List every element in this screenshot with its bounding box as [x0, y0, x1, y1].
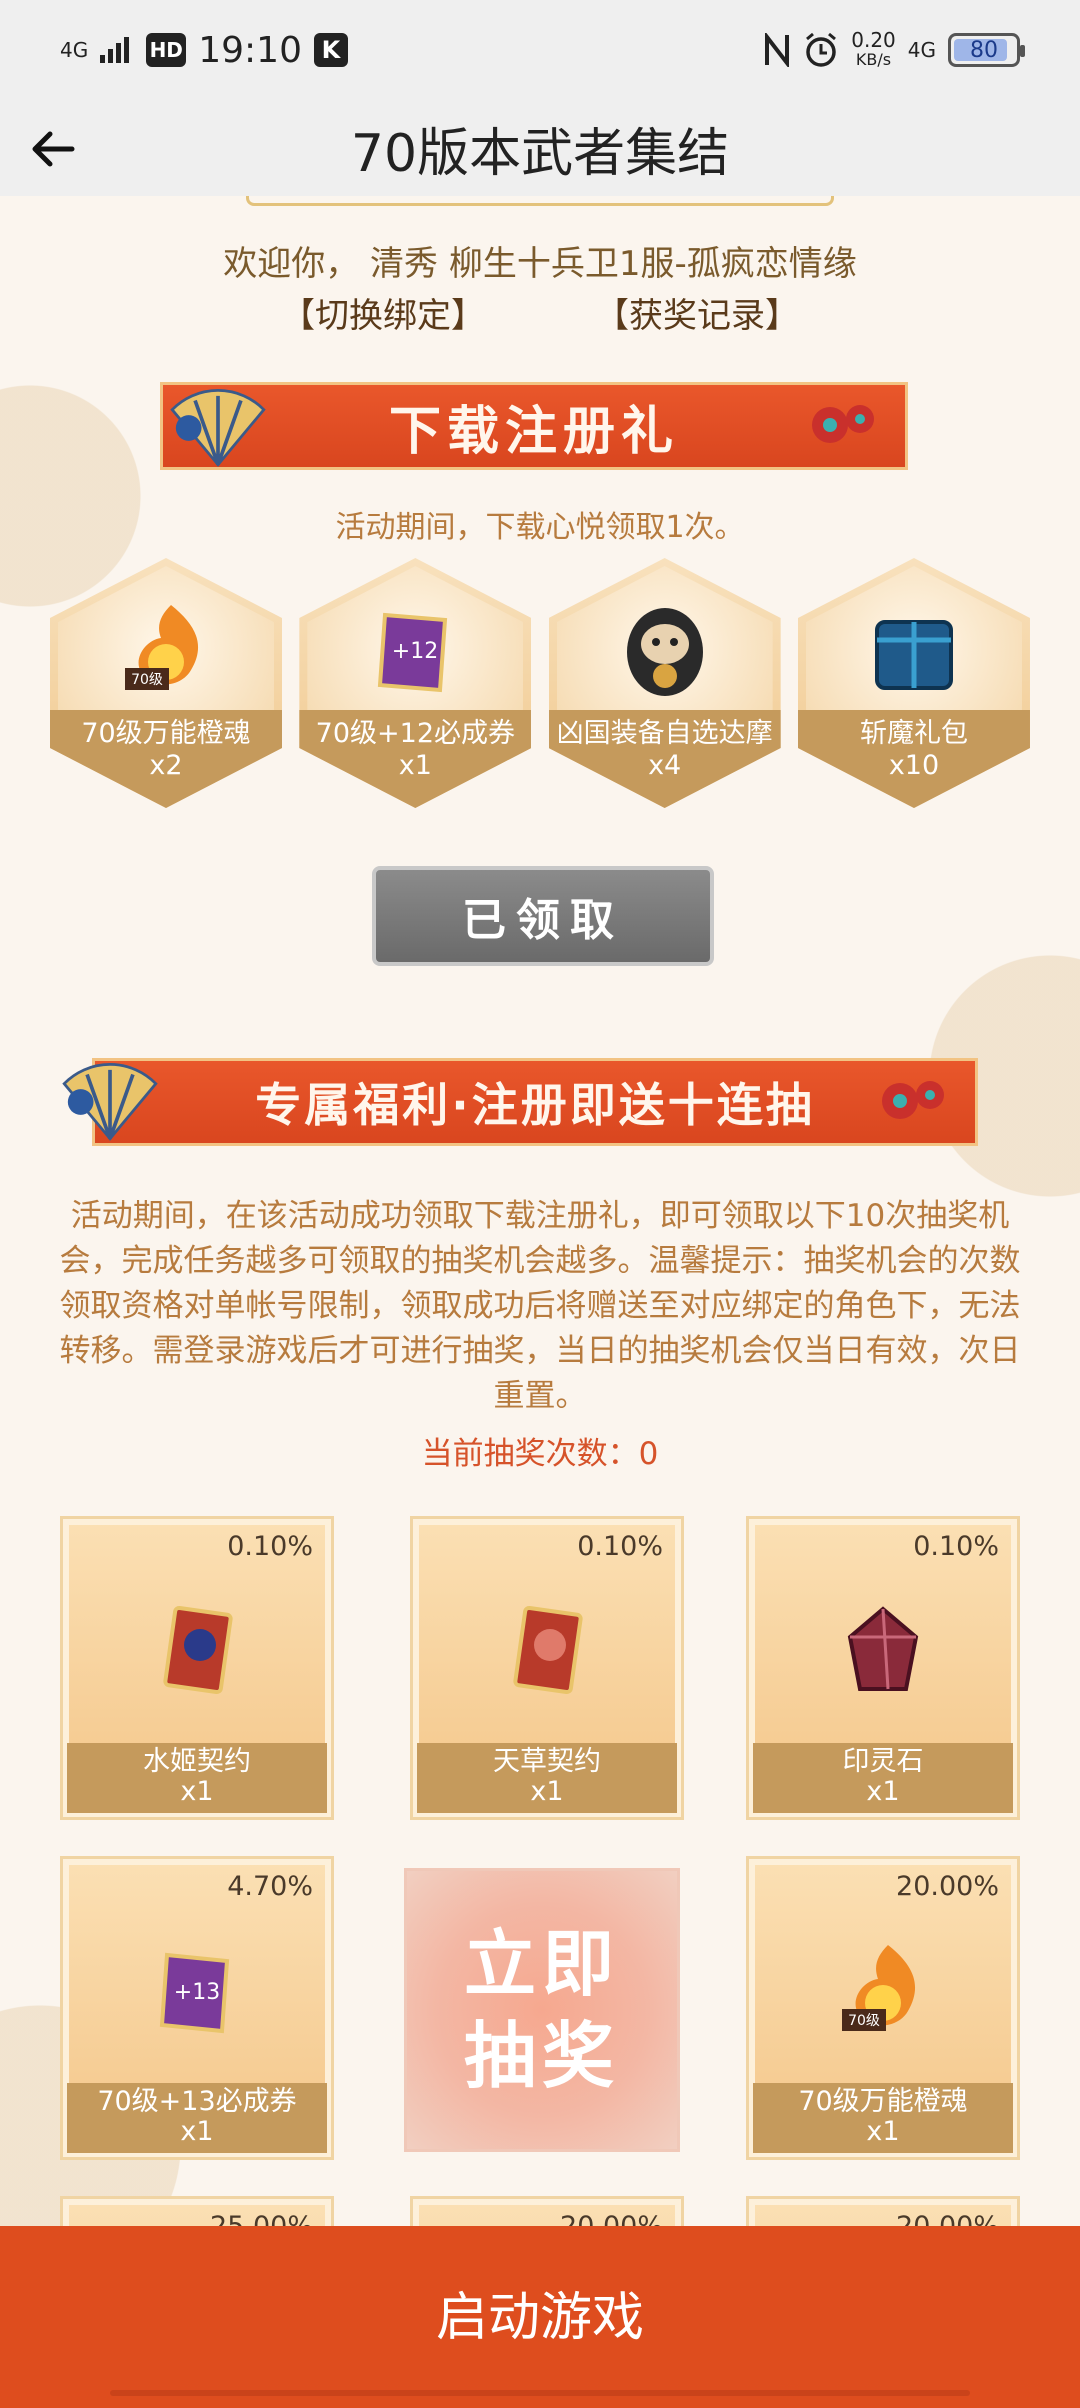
prize-qty: x1	[530, 1776, 564, 1807]
flower-icon	[812, 405, 874, 443]
app-bar: 70版本武者集结	[0, 100, 1080, 196]
prize-record-link[interactable]: 【获奖记录】	[595, 288, 799, 337]
lottery-card: 0.10% 水姬契约 x1	[60, 1516, 334, 1820]
daruma-icon	[626, 608, 703, 696]
draw-now-line1: 立即	[463, 1922, 620, 2006]
reward-qty: x1	[398, 750, 432, 781]
net-speed-unit: KB/s	[855, 50, 892, 69]
lottery-card: 0.10% 印灵石 x1	[746, 1516, 1020, 1820]
prize-name: 印灵石	[842, 1746, 924, 1777]
section2-title: 专属福利·注册即送十连抽	[255, 1078, 815, 1132]
alarm-icon	[806, 32, 837, 67]
orange-soul-icon: 70级	[125, 605, 199, 690]
battery-level: 80	[970, 37, 998, 63]
probability: 0.10%	[913, 1531, 999, 1562]
back-arrow-icon[interactable]	[26, 122, 80, 176]
status-bar: 4G HD 19:10 K 0.20 KB/s 4G 80	[0, 0, 1080, 100]
lottery-banner: 专属福利·注册即送十连抽	[62, 1058, 978, 1146]
svg-text:70级: 70级	[848, 2013, 880, 2029]
lottery-card: 20.00%	[746, 2196, 1020, 2226]
prize-name: 70级万能橙魂	[798, 2086, 968, 2117]
reward-item: 凶国装备自选达摩x4	[548, 558, 781, 808]
flower-icon	[882, 1081, 944, 1119]
prize-qty: x1	[180, 1776, 214, 1807]
reward-item: 70级 70级万能橙魂 x2	[50, 558, 282, 808]
signal-label: 4G	[60, 38, 89, 62]
reward-item: +12 70级+12必成券 x1	[299, 558, 532, 808]
hd-badge: HD	[146, 33, 187, 67]
lottery-card: 25.00%	[60, 2196, 334, 2226]
launch-game-button[interactable]: 启动游戏	[0, 2226, 1080, 2408]
claimed-button[interactable]: 已领取	[372, 866, 714, 966]
net-speed-value: 0.20	[851, 28, 896, 52]
contract-card-icon	[163, 1606, 233, 1694]
prize-name: 70级+13必成券	[97, 2086, 297, 2117]
page-title: 70版本武者集结	[350, 123, 730, 184]
fan-icon	[62, 1063, 158, 1141]
prize-name: 水姬契约	[143, 1746, 251, 1777]
reward-name: 70级+12必成券	[315, 718, 515, 749]
top-frame-decoration	[246, 196, 834, 206]
reward-name: 凶国装备自选达摩x4	[556, 718, 773, 781]
scroll-plus12-icon: +12	[378, 612, 448, 693]
section1-desc: 活动期间，下载心悦领取1次。	[335, 510, 745, 545]
prize-qty: x1	[866, 1776, 900, 1807]
launch-game-label: 启动游戏	[435, 2287, 644, 2348]
switch-bind-link[interactable]: 【切换绑定】	[281, 288, 485, 337]
probability: 0.10%	[577, 1531, 663, 1562]
network-type: 4G	[907, 38, 936, 62]
draw-count: 当前抽奖次数：0	[421, 1436, 659, 1472]
probability: 25.00%	[210, 2211, 313, 2226]
scroll-plus13-icon: +13	[159, 1952, 230, 2034]
prize-qty: x1	[866, 2116, 900, 2147]
lottery-card: 0.10% 天草契约 x1	[410, 1516, 684, 1820]
prize-qty: x1	[180, 2116, 214, 2147]
probability: 4.70%	[227, 1871, 313, 1902]
section1-title: 下载注册礼	[388, 401, 679, 462]
account-links: 【切换绑定】 【获奖记录】	[0, 288, 1080, 337]
scroll-tag: +12	[392, 639, 438, 664]
lottery-card: 4.70% +13 70级+13必成券 x1	[60, 1856, 334, 2160]
activity-content[interactable]: 欢迎你， 清秀 柳生十兵卫1服-孤疯恋情缘 【切换绑定】 【获奖记录】 下载注册…	[0, 196, 1080, 2226]
probability: 0.10%	[227, 1531, 313, 1562]
k-app-badge: K	[313, 33, 348, 67]
section2-desc: 活动期间，在该活动成功领取下载注册礼，即可领取以下10次抽奖机会，完成任务越多可…	[59, 1198, 1021, 1414]
gift-box-icon	[874, 620, 953, 690]
reward-name: 斩魔礼包	[859, 718, 968, 749]
download-gift-banner: 下载注册礼	[160, 382, 908, 470]
nfc-icon	[765, 33, 790, 67]
probability: 20.00%	[560, 2211, 663, 2226]
download-reward-list: 70级 70级万能橙魂 x2 +12 70级+12必成券 x1 凶国装备自选达摩…	[50, 558, 1030, 808]
battery-icon: 80	[948, 33, 1025, 67]
contract-card-icon	[513, 1606, 583, 1694]
reward-name: 70级万能橙魂	[81, 718, 251, 749]
probability: 20.00%	[896, 1871, 999, 1902]
gem-icon	[847, 1606, 919, 1691]
soul-level-tag: 70级	[131, 672, 163, 688]
draw-now-button[interactable]: 立即 抽奖	[404, 1868, 680, 2152]
home-indicator	[110, 2390, 970, 2396]
orange-soul-icon: 70级	[842, 1945, 916, 2031]
reward-qty: x10	[888, 750, 940, 781]
probability: 20.00%	[896, 2211, 999, 2226]
draw-now-line2: 抽奖	[463, 2014, 620, 2098]
welcome-text: 欢迎你， 清秀 柳生十兵卫1服-孤疯恋情缘	[223, 244, 857, 284]
prize-name: 天草契约	[493, 1746, 601, 1777]
lottery-card: 20.00% 70级 70级万能橙魂 x1	[746, 1856, 1020, 2160]
clock: 19:10	[198, 29, 302, 71]
signal-icon	[100, 37, 130, 63]
lottery-card: 20.00%	[410, 2196, 684, 2226]
svg-text:+13: +13	[174, 1980, 220, 2005]
fan-icon	[170, 389, 266, 467]
reward-qty: x2	[149, 750, 183, 781]
reward-item: 斩魔礼包 x10	[797, 558, 1030, 808]
